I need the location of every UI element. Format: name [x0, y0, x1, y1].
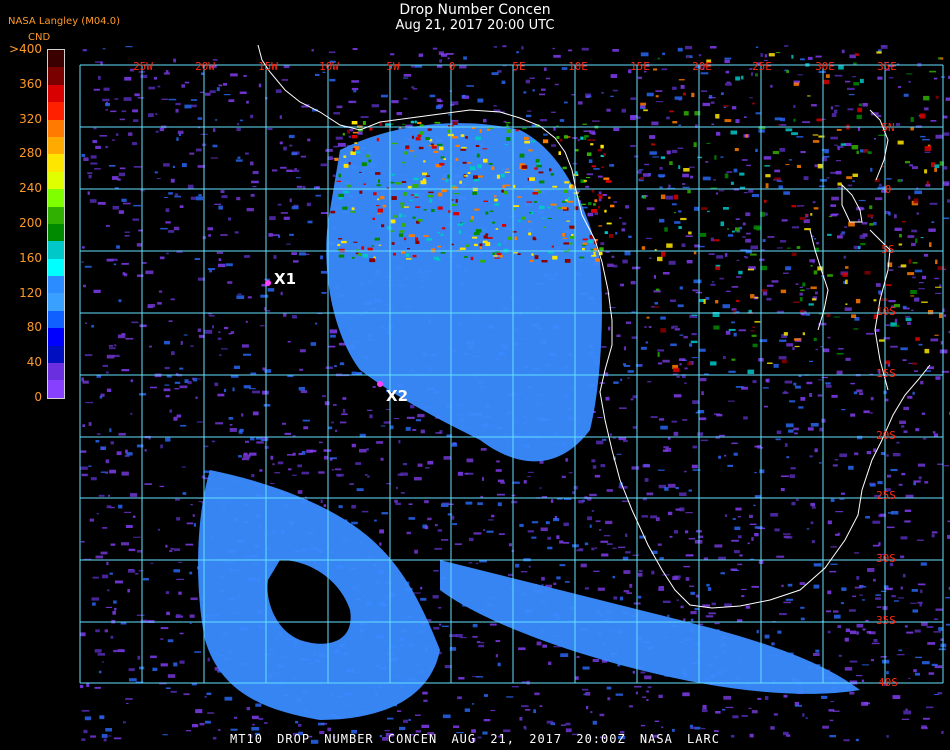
longitude-label: 5W	[386, 60, 400, 73]
colorbar-tick-label: 40	[26, 355, 42, 370]
marker-label: X2	[386, 387, 408, 405]
colorbar-tick-label: 280	[19, 146, 42, 161]
longitude-label: 5E	[512, 60, 525, 73]
longitude-label: 10W	[319, 60, 339, 73]
marker-dot	[265, 280, 271, 286]
latitude-label: 5S	[881, 243, 894, 256]
colorbar-tick-label: 320	[19, 111, 42, 126]
longitude-label: 20W	[195, 60, 215, 73]
latitude-label: 10S	[876, 305, 896, 318]
colorbar-swatch	[48, 380, 64, 398]
colorbar-swatch	[48, 345, 64, 364]
colorbar-tick-label: 80	[26, 320, 42, 335]
latitude-label: 20S	[876, 429, 896, 442]
longitude-label: 30E	[815, 60, 835, 73]
latitude-label: 25S	[876, 489, 896, 502]
colorbar-swatch	[48, 293, 64, 311]
latitude-label: 0	[885, 183, 892, 196]
latitude-label: 40S	[878, 676, 898, 689]
latitude-label: 5N	[881, 121, 894, 134]
colorbar-tick-label: 240	[19, 181, 42, 196]
longitude-label: 15E	[630, 60, 650, 73]
colorbar	[47, 49, 65, 399]
colorbar-swatch	[48, 154, 64, 172]
colorbar-swatch	[48, 276, 64, 294]
colorbar-tick-label: 360	[19, 76, 42, 91]
colorbar-tick-label: 160	[19, 250, 42, 265]
colorbar-swatch	[48, 310, 64, 329]
colorbar-swatch	[48, 67, 64, 85]
colorbar-tick-label: 0	[34, 390, 42, 404]
agency-label: NASA Langley (M04.0)	[8, 16, 120, 27]
colorbar-swatch	[48, 363, 64, 381]
satellite-map: 25W 20W 15W 10W 5W 0 5E 10E 15E 20E 25E 30E 35E 5N 0 5…	[79, 44, 950, 744]
colorbar-tick-label: 200	[19, 216, 42, 230]
colorbar-tick-label: 120	[19, 285, 42, 300]
colorbar-tick-label: >400	[9, 42, 42, 56]
map-title: Drop Number Concen	[399, 2, 551, 18]
colorbar-swatch	[48, 84, 64, 103]
colorbar-swatch	[48, 189, 64, 207]
marker-label: X1	[274, 270, 296, 288]
colorbar-swatch	[48, 223, 64, 242]
latitude-label: 15S	[876, 367, 896, 380]
marker-dot	[377, 381, 383, 387]
longitude-label: 15W	[258, 60, 278, 73]
latitude-label: 35S	[876, 614, 896, 627]
colorbar-swatch	[48, 241, 64, 259]
longitude-label: 25E	[752, 60, 772, 73]
colorbar-swatch	[48, 119, 64, 137]
colorbar-swatch	[48, 50, 64, 68]
latitude-label: 30S	[876, 552, 896, 565]
longitude-labels: 25W 20W 15W 10W 5W 0 5E 10E 15E 20E 25E 30E 35E	[133, 60, 897, 73]
cloud-field	[80, 45, 950, 744]
colorbar-swatch	[48, 328, 64, 346]
longitude-label: 20E	[692, 60, 712, 73]
colorbar-swatch	[48, 258, 64, 277]
longitude-label: 10E	[568, 60, 588, 73]
longitude-label: 35E	[877, 60, 897, 73]
footer-caption: MT10 DROP NUMBER CONCEN AUG 21, 2017 20:…	[230, 732, 720, 746]
colorbar-swatch	[48, 171, 64, 190]
longitude-label: 0	[449, 60, 456, 73]
colorbar-swatch	[48, 102, 64, 120]
colorbar-swatch	[48, 136, 64, 155]
colorbar-swatch	[48, 206, 64, 224]
longitude-label: 25W	[133, 60, 153, 73]
map-datetime: Aug 21, 2017 20:00 UTC	[395, 18, 555, 33]
